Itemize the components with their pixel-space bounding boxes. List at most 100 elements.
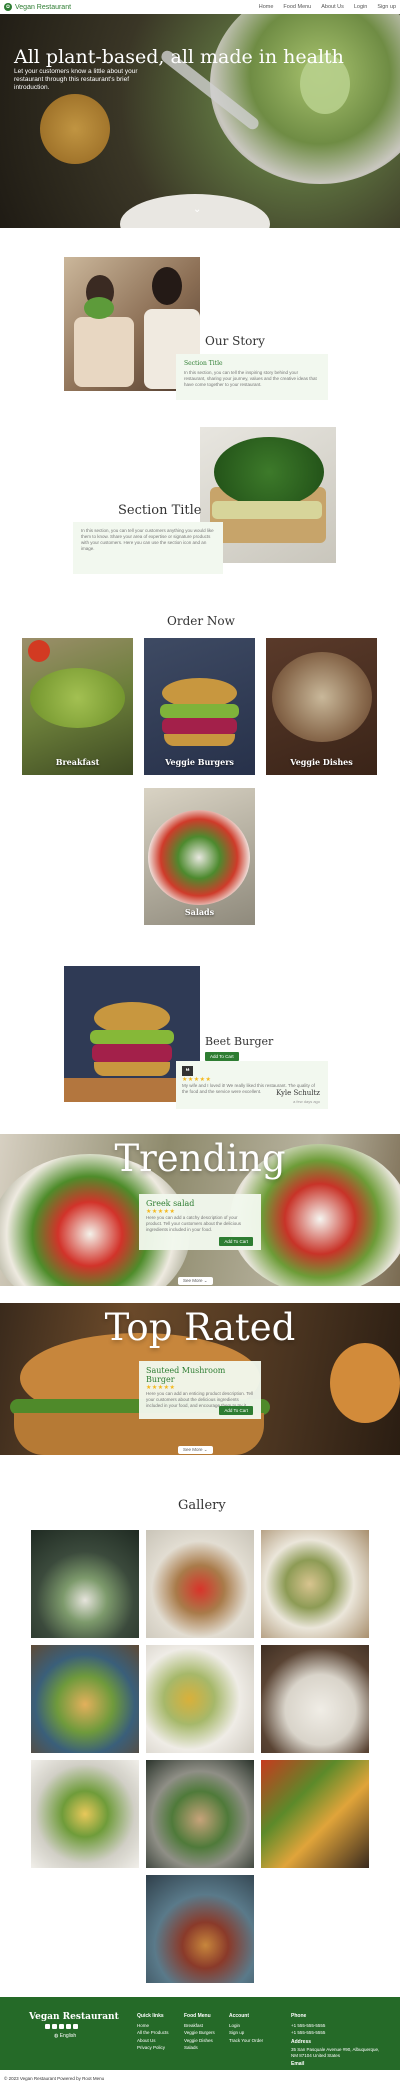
instagram-icon[interactable] [52, 2024, 57, 2029]
vegetable-shape [84, 297, 114, 319]
nav-link-food-menu[interactable]: Food Menu [283, 4, 311, 10]
phone-heading: Phone [291, 2013, 307, 2019]
trending-stars: ★★★★★ [146, 1209, 176, 1215]
footer-food-menu: Food Menu Breakfast Veggie Burgers Veggi… [184, 2012, 215, 2052]
order-tile-veggie-burgers[interactable]: Veggie Burgers [144, 638, 255, 775]
gallery-image-2[interactable] [146, 1530, 254, 1638]
address-heading: Address [291, 2038, 312, 2045]
footer-link-breakfast[interactable]: Breakfast [184, 2022, 215, 2030]
nav-link-home[interactable]: Home [259, 4, 274, 10]
brand-name: Vegan Restaurant [15, 3, 72, 11]
lettuce-shape [160, 704, 239, 718]
tile-label-veggie-dishes: Veggie Dishes [290, 757, 353, 767]
gallery-image-1[interactable] [31, 1530, 139, 1638]
footer-contact: Phone +1 555-555-5555 +1 555-555-5555 Ad… [291, 2012, 381, 2077]
spinach-shape [214, 437, 324, 507]
quick-links-heading: Quick links [137, 2013, 164, 2019]
footer-link-about-us[interactable]: About Us [137, 2037, 169, 2045]
beet-patty-shape [162, 718, 237, 734]
section-title: Section Title [118, 503, 202, 518]
trending-product-name: Greek salad [146, 1199, 195, 1208]
top-nav: ✿ Vegan Restaurant Home Food Menu About … [0, 0, 400, 14]
gallery-image-6[interactable] [261, 1645, 369, 1753]
language-selector[interactable]: ◍ English [54, 2033, 76, 2039]
person-shirt-shape [74, 317, 134, 387]
story-card-title: Section Title [184, 360, 223, 367]
tile-label-salads: Salads [184, 907, 215, 917]
chevron-down-icon: ⌄ [203, 1447, 208, 1452]
hero-title: All plant-based, all made in health [14, 46, 344, 68]
gallery-image-5[interactable] [146, 1645, 254, 1753]
avocado-toast-shape [30, 668, 125, 728]
gallery-image-7[interactable] [31, 1760, 139, 1868]
nav-link-sign-up[interactable]: Sign up [377, 4, 396, 10]
hummus-shape [212, 501, 322, 519]
phone-number-2[interactable]: +1 555-555-5555 [291, 2029, 381, 2037]
brand[interactable]: ✿ Vegan Restaurant [4, 3, 71, 11]
trending-add-to-cart-button[interactable]: Add To Cart [219, 1237, 253, 1246]
leaf-logo-icon: ✿ [4, 3, 12, 11]
phone-number-1[interactable]: +1 555-555-5555 [291, 2022, 381, 2030]
gallery-image-8[interactable] [146, 1760, 254, 1868]
trending-see-more-button[interactable]: See More ⌄ [178, 1277, 213, 1285]
bun-bottom-shape [94, 1062, 170, 1076]
top-rated-title: Top Rated [104, 1306, 296, 1349]
footer-brand: Vegan Restaurant [29, 2012, 119, 2022]
tomato-shape [28, 640, 50, 662]
see-more-label: See More [183, 1278, 203, 1283]
gallery-image-4[interactable] [31, 1645, 139, 1753]
footer-link-privacy-policy[interactable]: Privacy Policy [137, 2044, 169, 2052]
footer-account: Account Login Sign up Track Your Order [229, 2012, 263, 2044]
globe-icon: ◍ [54, 2033, 59, 2039]
nav-link-login[interactable]: Login [354, 4, 367, 10]
trending-title: Trending [114, 1137, 286, 1180]
language-label: English [59, 2033, 77, 2039]
see-more-label: See More [183, 1447, 203, 1452]
rice-bowl-shape [272, 652, 372, 742]
review-card: ❝ ★★★★★ My wife and I loved it! We reall… [176, 1061, 328, 1109]
chevron-down-icon[interactable]: ⌄ [193, 204, 201, 215]
featured-product-title: Beet Burger [205, 1035, 274, 1048]
order-tile-salads[interactable]: Salads [144, 788, 255, 925]
copyright-bar: © 2023 Vegan Restaurant Powered by Root … [0, 2070, 400, 2087]
top-rated-see-more-button[interactable]: See More ⌄ [178, 1446, 213, 1454]
gallery-image-9[interactable] [261, 1760, 369, 1868]
story-card-text: In this section, you can tell the inspir… [184, 370, 317, 388]
footer-link-salads[interactable]: Salads [184, 2044, 215, 2052]
footer-link-veggie-dishes[interactable]: Veggie Dishes [184, 2037, 215, 2045]
account-heading: Account [229, 2013, 249, 2019]
hero-subtitle: Let your customers know a little about y… [14, 68, 138, 92]
trending-description: Here you can add a catchy description of… [146, 1215, 241, 1233]
footer-link-all-products[interactable]: All the Products [137, 2029, 169, 2037]
footer-link-login[interactable]: Login [229, 2022, 263, 2030]
nav-link-about-us[interactable]: About Us [321, 4, 344, 10]
facebook-icon[interactable] [45, 2024, 50, 2029]
person-hair-shape [152, 267, 182, 305]
review-date: a few days ago [293, 1099, 320, 1104]
order-tile-breakfast[interactable]: Breakfast [22, 638, 133, 775]
add-to-cart-button[interactable]: Add To Cart [205, 1052, 239, 1061]
footer-link-home[interactable]: Home [137, 2022, 169, 2030]
twitter-icon[interactable] [59, 2024, 64, 2029]
tiktok-icon[interactable] [73, 2024, 78, 2029]
top-rated-card: Sauteed Mushroom Burger ★★★★★ Here you c… [139, 1361, 261, 1419]
footer-link-veggie-burgers[interactable]: Veggie Burgers [184, 2029, 215, 2037]
lettuce-shape [90, 1030, 174, 1044]
quote-icon: ❝ [182, 1066, 193, 1076]
beet-patty-shape [92, 1044, 172, 1062]
chevron-down-icon: ⌄ [203, 1278, 208, 1283]
gallery-image-10[interactable] [146, 1875, 254, 1983]
story-card: Section Title In this section, you can t… [176, 354, 328, 400]
bun-bottom-shape [14, 1413, 264, 1455]
social-links [45, 2024, 78, 2029]
address-text: 35 San Pasquale Avenue #90, Albuquerque,… [291, 2047, 380, 2059]
footer-link-track-order[interactable]: Track Your Order [229, 2037, 263, 2045]
gallery-image-3[interactable] [261, 1530, 369, 1638]
hero-banner: All plant-based, all made in health Let … [0, 14, 400, 228]
top-rated-add-to-cart-button[interactable]: Add To Cart [219, 1406, 253, 1415]
order-tile-veggie-dishes[interactable]: Veggie Dishes [266, 638, 377, 775]
review-stars: ★★★★★ [182, 1077, 212, 1083]
footer-link-sign-up[interactable]: Sign up [229, 2029, 263, 2037]
youtube-icon[interactable] [66, 2024, 71, 2029]
fries-shape [330, 1343, 400, 1423]
